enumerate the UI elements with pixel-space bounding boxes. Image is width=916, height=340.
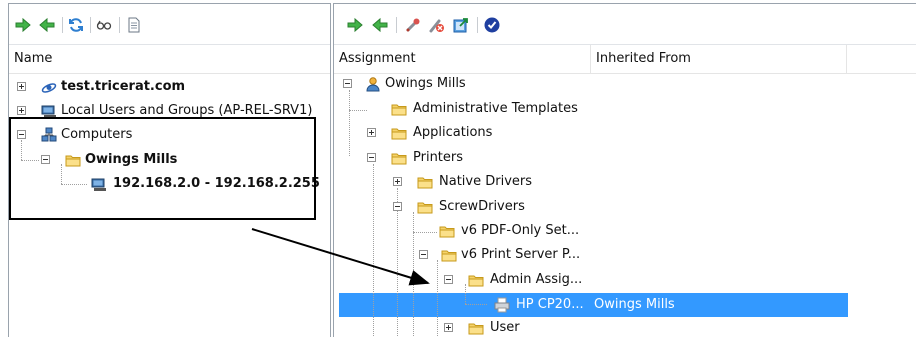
callout-arrow xyxy=(251,228,430,286)
